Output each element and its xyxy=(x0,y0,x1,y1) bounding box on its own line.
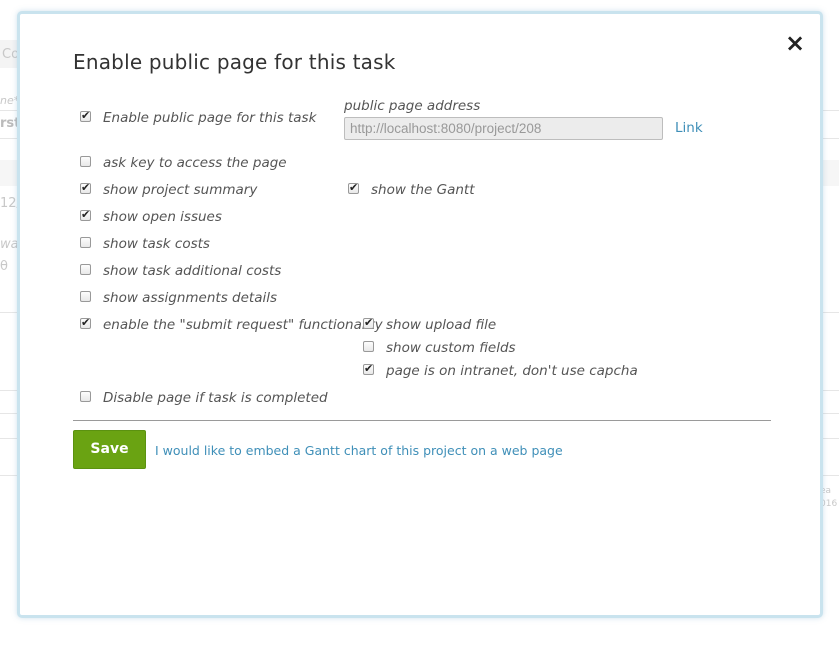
show-task-additional-costs-label: show task additional costs xyxy=(103,263,282,279)
enable-public-page-checkbox[interactable] xyxy=(80,109,91,122)
embed-gantt-link[interactable]: I would like to embed a Gantt chart of t… xyxy=(155,443,563,458)
show-upload-file-checkbox[interactable] xyxy=(363,316,374,329)
ask-key-checkbox[interactable] xyxy=(80,156,91,167)
show-project-summary-checkbox[interactable] xyxy=(80,181,91,194)
close-icon[interactable]: × xyxy=(784,31,806,55)
background-text: wa xyxy=(0,237,19,252)
intranet-no-capcha-checkbox[interactable] xyxy=(363,362,374,375)
show-assignments-details-label: show assignments details xyxy=(103,290,278,306)
show-assignments-details-checkbox[interactable] xyxy=(80,291,91,302)
dialog-title: Enable public page for this task xyxy=(73,50,396,74)
show-open-issues-label: show open issues xyxy=(103,209,222,225)
public-page-address-input[interactable] xyxy=(344,117,663,140)
show-custom-fields-checkbox[interactable] xyxy=(363,341,374,352)
show-gantt-label: show the Gantt xyxy=(371,182,475,198)
show-task-additional-costs-checkbox[interactable] xyxy=(80,264,91,275)
show-gantt-checkbox[interactable] xyxy=(348,181,359,194)
show-custom-fields-label: show custom fields xyxy=(386,340,516,356)
show-upload-file-label: show upload file xyxy=(386,317,497,333)
public-page-link[interactable]: Link xyxy=(675,120,703,136)
enable-public-page-label: Enable public page for this task xyxy=(103,110,317,126)
enable-submit-request-checkbox[interactable] xyxy=(80,316,91,329)
background-text: θ xyxy=(0,259,8,274)
show-project-summary-label: show project summary xyxy=(103,182,258,198)
divider xyxy=(73,420,771,421)
disable-if-completed-label: Disable page if task is completed xyxy=(103,390,328,406)
intranet-no-capcha-label: page is on intranet, don't use capcha xyxy=(386,363,638,379)
ask-key-label: ask key to access the page xyxy=(103,155,287,171)
show-task-costs-label: show task costs xyxy=(103,236,210,252)
show-task-costs-checkbox[interactable] xyxy=(80,237,91,248)
disable-if-completed-checkbox[interactable] xyxy=(80,391,91,402)
public-page-address-label: public page address xyxy=(344,98,481,114)
enable-submit-request-label: enable the "submit request" functionalit… xyxy=(103,317,383,333)
save-button[interactable]: Save xyxy=(73,430,146,469)
show-open-issues-checkbox[interactable] xyxy=(80,208,91,221)
public-page-dialog: × Enable public page for this task Enabl… xyxy=(17,11,823,618)
